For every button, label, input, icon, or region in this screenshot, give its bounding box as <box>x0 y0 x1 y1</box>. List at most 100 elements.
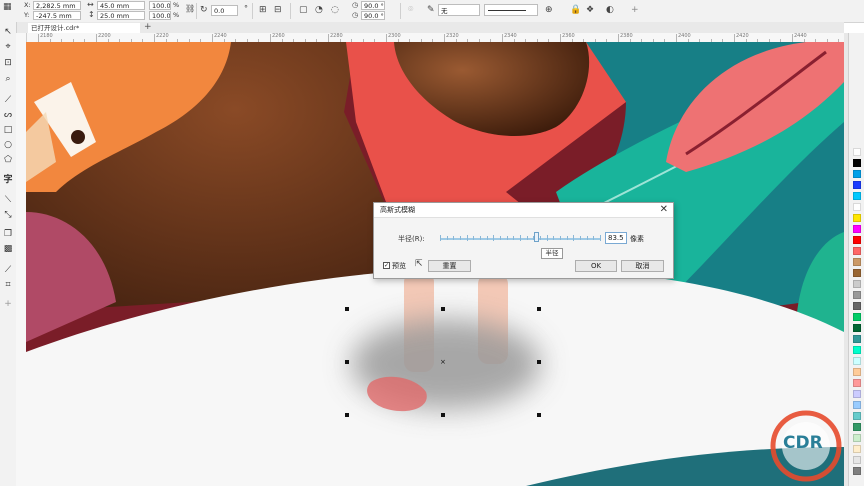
palette-swatch[interactable] <box>853 236 861 244</box>
ruler-tick <box>386 34 387 42</box>
freehand-tool-icon[interactable]: ⟋ <box>2 94 14 106</box>
rectangle-tool-icon[interactable]: □ <box>2 124 14 136</box>
dialog-title: 高斯式模糊 <box>380 206 415 214</box>
shape-tool-icon[interactable]: ⌖ <box>2 41 14 53</box>
palette-swatch[interactable] <box>853 247 861 255</box>
palette-swatch[interactable] <box>853 324 861 332</box>
x-position-field[interactable]: 2,282.5 mm <box>33 1 81 10</box>
palette-swatch[interactable] <box>853 203 861 211</box>
outline-options-icon[interactable]: ⊕ <box>545 5 553 15</box>
scalloped-corner-icon[interactable]: ◔ <box>315 5 323 15</box>
selection-handle[interactable] <box>537 413 541 417</box>
palette-swatch[interactable] <box>853 280 861 288</box>
transparency-tool-icon[interactable]: ▩ <box>2 243 14 255</box>
add-icon[interactable]: + <box>631 5 639 15</box>
palette-swatch[interactable] <box>853 170 861 178</box>
document-tab[interactable]: 已打开设计.cdr* <box>28 23 140 33</box>
radius-input[interactable]: 83.5 <box>605 232 627 244</box>
cancel-button[interactable]: 取消 <box>621 260 664 272</box>
scale-y-field[interactable]: 100.0 <box>149 11 171 20</box>
corner-radius-top-field[interactable]: 90.0 ° <box>361 1 385 10</box>
mirror-horizontal-icon[interactable]: ⊞ <box>259 5 267 15</box>
ellipse-tool-icon[interactable]: ○ <box>2 139 14 151</box>
round-corner-icon[interactable]: ▢ <box>299 5 308 15</box>
y-position-field[interactable]: -247.5 mm <box>33 11 81 20</box>
palette-swatch[interactable] <box>853 269 861 277</box>
selection-handle[interactable] <box>441 413 445 417</box>
palette-swatch[interactable] <box>853 291 861 299</box>
slider-tick <box>446 236 448 240</box>
new-tab-icon[interactable]: + <box>144 22 152 33</box>
palette-swatch[interactable] <box>853 456 861 464</box>
selection-center-marker: × <box>440 358 446 366</box>
radius-slider-thumb[interactable] <box>534 232 539 242</box>
pick-tool-icon[interactable]: ↖ <box>2 26 14 38</box>
palette-swatch[interactable] <box>853 148 861 156</box>
palette-swatch[interactable] <box>853 181 861 189</box>
selection-handle[interactable] <box>537 360 541 364</box>
width-field[interactable]: 45.0 mm <box>97 1 145 10</box>
palette-swatch[interactable] <box>853 159 861 167</box>
palette-swatch[interactable] <box>853 434 861 442</box>
chamfer-corner-icon[interactable]: ◌ <box>331 5 339 15</box>
palette-swatch[interactable] <box>853 214 861 222</box>
rotate-icon: ↻ <box>200 5 208 15</box>
palette-swatch[interactable] <box>853 368 861 376</box>
ruler-number: 2420 <box>736 33 749 39</box>
close-icon[interactable]: ✕ <box>660 203 668 217</box>
scale-x-field[interactable]: 100.0 <box>149 1 171 10</box>
corner-radius-bottom-field[interactable]: 90.0 ° <box>361 11 385 20</box>
artistic-media-icon[interactable]: ᔕ <box>2 109 14 121</box>
wrap-text-icon[interactable]: ⌾ <box>408 5 413 15</box>
pen-icon[interactable]: ✎ <box>427 5 435 15</box>
object-origin-icon[interactable]: ▦ <box>3 2 12 12</box>
selection-handle[interactable] <box>537 307 541 311</box>
preview-checkbox[interactable]: ✓ <box>383 262 390 269</box>
palette-swatch[interactable] <box>853 346 861 354</box>
reset-button[interactable]: 重置 <box>428 260 471 272</box>
palette-swatch[interactable] <box>853 313 861 321</box>
palette-swatch[interactable] <box>853 225 861 233</box>
mirror-vertical-icon[interactable]: ⊟ <box>274 5 282 15</box>
rotation-field[interactable]: 0.0 <box>211 5 238 16</box>
ruler-number: 2180 <box>40 33 53 39</box>
selection-handle[interactable] <box>345 360 349 364</box>
slider-tick <box>566 236 568 240</box>
palette-swatch[interactable] <box>853 445 861 453</box>
lock-ratio-icon[interactable]: ⛓ <box>185 4 195 14</box>
drop-shadow-icon[interactable]: ❐ <box>2 228 14 240</box>
line-style-select[interactable] <box>484 4 538 16</box>
text-tool-icon[interactable]: 字 <box>2 174 14 186</box>
quick-customize-icon[interactable]: ◐ <box>606 5 614 15</box>
crop-tool-icon[interactable]: ⊡ <box>2 57 14 69</box>
interactive-fill-icon[interactable]: ⌗ <box>2 279 14 291</box>
palette-swatch[interactable] <box>853 412 861 420</box>
palette-swatch[interactable] <box>853 423 861 431</box>
slider-tick <box>460 236 461 240</box>
rotation-origin-icon[interactable]: ° <box>244 4 248 14</box>
palette-swatch[interactable] <box>853 258 861 266</box>
popout-icon[interactable]: ⇱ <box>415 259 423 269</box>
height-field[interactable]: 25.0 mm <box>97 11 145 20</box>
convert-icon[interactable]: ❖ <box>586 5 594 15</box>
connector-tool-icon[interactable]: ⤡ <box>2 209 14 221</box>
polygon-tool-icon[interactable]: ⬠ <box>2 154 14 166</box>
selection-handle[interactable] <box>345 307 349 311</box>
palette-swatch[interactable] <box>853 357 861 365</box>
selection-handle[interactable] <box>345 413 349 417</box>
eyedropper-icon[interactable]: ⟋ <box>2 264 14 276</box>
ok-button[interactable]: OK <box>575 260 617 272</box>
palette-swatch[interactable] <box>853 302 861 310</box>
palette-swatch[interactable] <box>853 467 861 475</box>
selection-handle[interactable] <box>441 307 445 311</box>
palette-swatch[interactable] <box>853 335 861 343</box>
parallel-dimension-icon[interactable]: ⟍ <box>2 194 14 206</box>
add-tool-icon[interactable]: + <box>2 298 14 310</box>
lock-icon[interactable]: 🔒 <box>570 5 581 15</box>
palette-swatch[interactable] <box>853 390 861 398</box>
palette-swatch[interactable] <box>853 379 861 387</box>
outline-width-select[interactable]: 无 <box>438 4 480 16</box>
zoom-tool-icon[interactable]: ⌕ <box>2 73 14 85</box>
palette-swatch[interactable] <box>853 192 861 200</box>
palette-swatch[interactable] <box>853 401 861 409</box>
